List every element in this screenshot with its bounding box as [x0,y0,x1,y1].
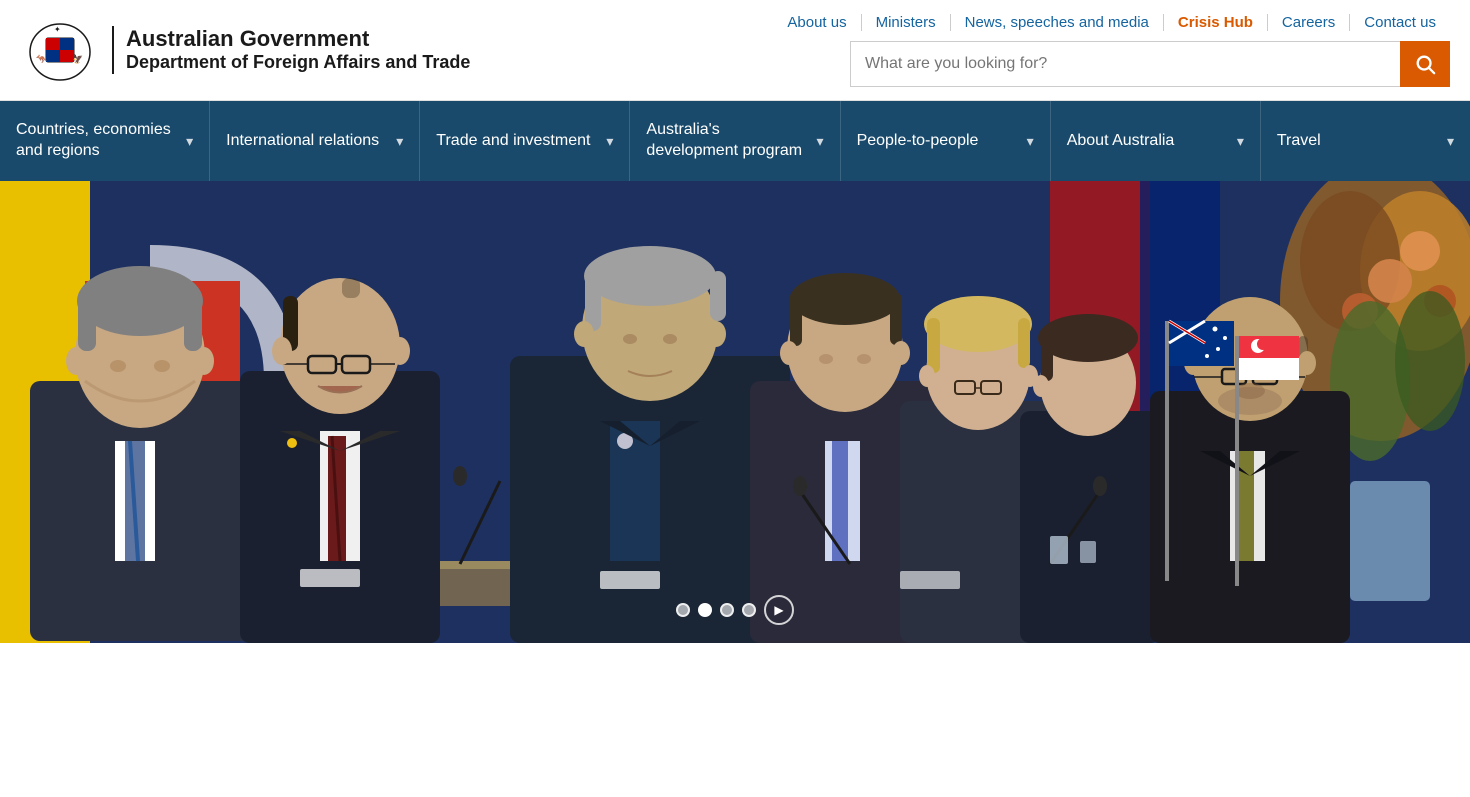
site-header: 🦘 🦅 ✦ Australian Government Department o… [0,0,1470,101]
contact-us-link[interactable]: Contact us [1350,14,1450,31]
nav-travel[interactable]: Travel ▾ [1261,101,1470,181]
chevron-down-icon: ▾ [817,132,824,150]
search-bar [850,41,1450,87]
main-navigation: Countries, economies and regions ▾ Inter… [0,101,1470,181]
nav-international-relations[interactable]: International relations ▾ [210,101,420,181]
top-navigation: About us Ministers News, speeches and me… [773,14,1450,31]
carousel-dot-4[interactable] [742,603,756,617]
nav-about-australia[interactable]: About Australia ▾ [1051,101,1261,181]
carousel-dot-3[interactable] [720,603,734,617]
nav-trade-investment[interactable]: Trade and investment ▾ [420,101,630,181]
search-icon [1414,53,1436,75]
search-input[interactable] [850,41,1400,87]
nav-people-to-people[interactable]: People-to-people ▾ [841,101,1051,181]
hero-image-svg [0,181,1470,643]
ministers-link[interactable]: Ministers [862,14,951,31]
chevron-down-icon: ▾ [1237,132,1244,150]
nav-countries[interactable]: Countries, economies and regions ▾ [0,101,210,181]
chevron-down-icon: ▾ [1447,132,1454,150]
coat-of-arms-icon: 🦘 🦅 ✦ [20,10,100,90]
svg-text:🦘: 🦘 [36,54,48,64]
careers-link[interactable]: Careers [1268,14,1350,31]
gov-name: Australian Government [126,26,470,52]
chevron-down-icon: ▾ [1027,132,1034,150]
chevron-down-icon: ▾ [396,132,403,150]
nav-development-program[interactable]: Australia's development program ▾ [630,101,840,181]
carousel-controls: ▶ [676,595,794,625]
carousel-play-button[interactable]: ▶ [764,595,794,625]
search-button[interactable] [1400,41,1450,87]
hero-banner: ▶ [0,181,1470,643]
svg-text:🦅: 🦅 [72,53,83,64]
hero-scene: ▶ [0,181,1470,643]
svg-text:✦: ✦ [54,25,61,34]
site-title: Australian Government Department of Fore… [112,26,470,74]
chevron-down-icon: ▾ [186,132,193,150]
header-controls: About us Ministers News, speeches and me… [773,14,1450,87]
carousel-dot-1[interactable] [676,603,690,617]
logo-area: 🦘 🦅 ✦ Australian Government Department o… [20,10,470,90]
news-link[interactable]: News, speeches and media [951,14,1164,31]
about-us-link[interactable]: About us [773,14,861,31]
chevron-down-icon: ▾ [606,132,613,150]
dept-name: Department of Foreign Affairs and Trade [126,52,470,74]
carousel-dot-2[interactable] [698,603,712,617]
crisis-hub-link[interactable]: Crisis Hub [1164,14,1268,31]
